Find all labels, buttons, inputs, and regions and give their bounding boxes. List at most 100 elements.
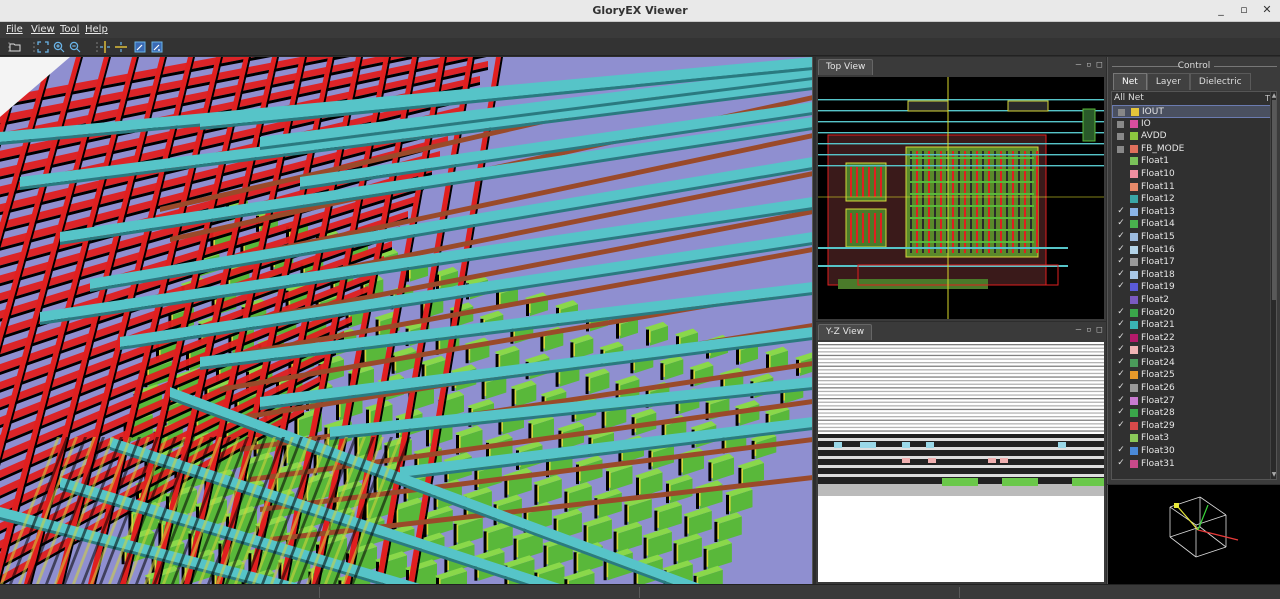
net-row[interactable]: ✓ Float30 <box>1112 445 1272 458</box>
net-row[interactable]: FB_MODE <box>1112 143 1272 156</box>
net-checkbox[interactable] <box>1117 120 1124 128</box>
net-row[interactable]: ✓ Float17 <box>1112 256 1272 269</box>
net-checkbox[interactable]: ✓ <box>1117 320 1125 329</box>
tab-dielectric[interactable]: Dielectric <box>1189 73 1251 90</box>
menu-view[interactable]: View <box>31 24 55 35</box>
net-color-swatch <box>1130 396 1138 405</box>
net-checkbox[interactable] <box>1117 133 1124 141</box>
net-checkbox[interactable]: ✓ <box>1117 206 1125 216</box>
net-checkbox[interactable] <box>1117 295 1125 304</box>
net-row[interactable]: ✓ Float29 <box>1112 420 1272 433</box>
net-row[interactable]: ✓ Float19 <box>1112 281 1272 294</box>
net-checkbox[interactable] <box>1117 169 1125 178</box>
net-checkbox[interactable]: ✓ <box>1117 345 1125 354</box>
net-checkbox[interactable]: ✓ <box>1117 307 1125 317</box>
net-label: FB_MODE <box>1141 143 1185 154</box>
net-color-swatch <box>1131 108 1139 116</box>
minimize-panel-icon[interactable]: – <box>1076 325 1081 335</box>
tab-top-view[interactable]: Top View <box>818 59 874 75</box>
net-checkbox[interactable]: ✓ <box>1117 282 1125 291</box>
net-row[interactable]: ✓ Float18 <box>1112 269 1272 282</box>
net-checkbox[interactable]: ✓ <box>1117 357 1125 367</box>
net-list-scrollbar[interactable]: ▲ ▼ <box>1270 92 1276 479</box>
top-view-header: Top View – ▫ □ <box>816 57 1106 75</box>
scroll-down-icon[interactable]: ▼ <box>1271 472 1276 478</box>
net-checkbox[interactable]: ✓ <box>1117 257 1125 266</box>
tab-net[interactable]: Net <box>1113 73 1147 90</box>
horizontal-cut-icon[interactable] <box>115 41 127 53</box>
net-row[interactable]: ✓ Float24 <box>1112 357 1272 370</box>
net-row[interactable]: ✓ Float14 <box>1112 218 1272 231</box>
net-checkbox[interactable]: ✓ <box>1117 244 1125 254</box>
net-checkbox[interactable]: ✓ <box>1117 269 1125 279</box>
net-row[interactable]: ✓ Float23 <box>1112 344 1272 357</box>
net-row[interactable]: ✓ Float27 <box>1112 395 1272 408</box>
net-row[interactable]: Float12 <box>1112 193 1272 206</box>
net-checkbox[interactable]: ✓ <box>1117 395 1125 405</box>
menu-help[interactable]: Help <box>85 24 108 35</box>
net-row[interactable]: ✓ Float13 <box>1112 206 1272 219</box>
all-net-label: All Net <box>1114 93 1144 103</box>
net-row[interactable]: ✓ Float20 <box>1112 307 1272 320</box>
net-row[interactable]: IO <box>1112 118 1272 131</box>
3d-layout-view[interactable] <box>0 57 813 584</box>
float-panel-icon[interactable]: ▫ <box>1086 325 1091 335</box>
net-checkbox[interactable] <box>1118 109 1125 116</box>
tab-layer[interactable]: Layer <box>1146 73 1190 90</box>
net-row[interactable]: Float1 <box>1112 155 1272 168</box>
net-row[interactable]: ✓ Float16 <box>1112 244 1272 257</box>
maximize-button[interactable]: ▫ <box>1237 3 1251 17</box>
net-row[interactable]: ✓ Float26 <box>1112 382 1272 395</box>
axis-orientation-view[interactable] <box>1107 485 1280 584</box>
net-checkbox[interactable] <box>1117 156 1125 165</box>
scrollbar-thumb[interactable] <box>1272 100 1276 300</box>
zoom-out-icon[interactable] <box>69 41 81 53</box>
net-checkbox[interactable] <box>1117 433 1125 442</box>
3d-layout-canvas[interactable] <box>0 57 813 584</box>
net-row[interactable]: ✓ Float25 <box>1112 369 1272 382</box>
net-checkbox[interactable]: ✓ <box>1117 446 1125 455</box>
top-view-canvas[interactable] <box>818 77 1104 319</box>
select-tool-icon[interactable] <box>134 41 146 53</box>
zoom-in-icon[interactable] <box>53 41 65 53</box>
minimize-panel-icon[interactable]: – <box>1076 60 1081 70</box>
fit-view-icon[interactable] <box>37 41 49 53</box>
net-checkbox[interactable] <box>1117 145 1124 153</box>
measure-tool-icon[interactable] <box>151 41 163 53</box>
tab-yz-view[interactable]: Y-Z View <box>818 324 873 340</box>
net-checkbox[interactable] <box>1117 182 1125 191</box>
net-row[interactable]: Float2 <box>1112 294 1272 307</box>
close-panel-icon[interactable]: □ <box>1097 60 1102 70</box>
net-checkbox[interactable] <box>1117 194 1125 203</box>
net-row[interactable]: ✓ Float21 <box>1112 319 1272 332</box>
net-row[interactable]: AVDD <box>1112 130 1272 143</box>
net-checkbox[interactable]: ✓ <box>1117 231 1125 241</box>
net-row[interactable]: Float10 <box>1112 168 1272 181</box>
status-segment <box>0 587 320 598</box>
open-file-icon[interactable] <box>9 41 21 53</box>
net-checkbox[interactable]: ✓ <box>1117 370 1125 379</box>
net-row[interactable]: ✓ Float22 <box>1112 332 1272 345</box>
net-checkbox[interactable]: ✓ <box>1117 219 1125 228</box>
net-checkbox[interactable]: ✓ <box>1117 458 1125 468</box>
close-button[interactable]: ✕ <box>1260 3 1274 17</box>
vertical-cut-icon[interactable] <box>99 41 111 53</box>
net-checkbox[interactable]: ✓ <box>1117 383 1125 392</box>
scroll-up-icon[interactable]: ▲ <box>1271 93 1276 99</box>
float-panel-icon[interactable]: ▫ <box>1086 60 1091 70</box>
net-row[interactable]: ✓ Float15 <box>1112 231 1272 244</box>
net-label: Float14 <box>1141 219 1175 230</box>
menu-file[interactable]: File <box>6 24 23 35</box>
net-row[interactable]: ✓ Float31 <box>1112 458 1272 471</box>
net-row[interactable]: ✓ Float28 <box>1112 407 1272 420</box>
net-row[interactable]: Float3 <box>1112 432 1272 445</box>
yz-view-canvas[interactable] <box>818 342 1104 582</box>
close-panel-icon[interactable]: □ <box>1097 325 1102 335</box>
net-checkbox[interactable]: ✓ <box>1117 408 1125 417</box>
menu-tool[interactable]: Tool <box>60 24 79 35</box>
net-row[interactable]: IOUT <box>1112 105 1272 118</box>
net-row[interactable]: Float11 <box>1112 181 1272 194</box>
net-checkbox[interactable]: ✓ <box>1117 332 1125 342</box>
net-checkbox[interactable]: ✓ <box>1117 420 1125 430</box>
minimize-button[interactable]: _ <box>1214 3 1228 17</box>
